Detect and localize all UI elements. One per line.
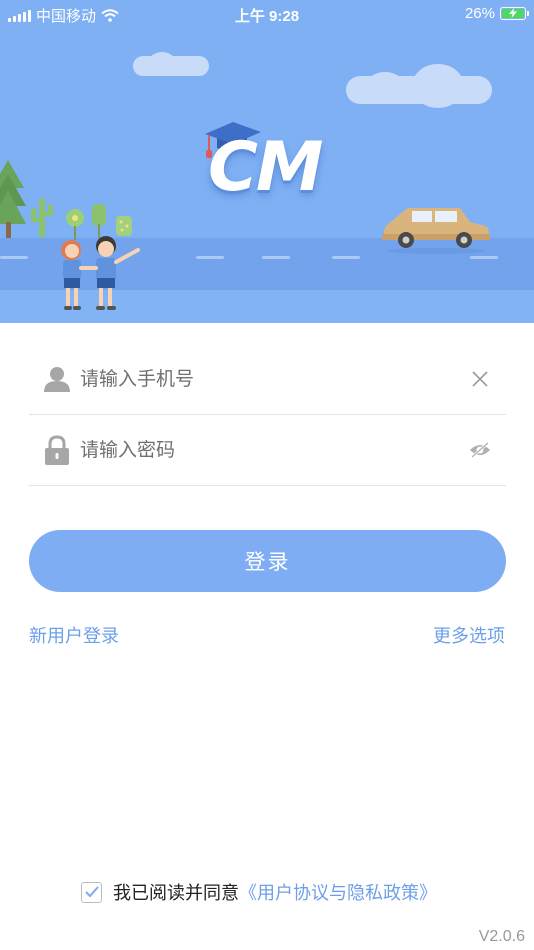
agreement-text: 我已阅读并同意 [113,883,239,904]
password-input[interactable] [80,439,440,461]
phone-field [29,344,506,415]
road-dash [196,256,224,259]
status-bar: 中国移动 上午 9:28 26% [0,0,534,30]
login-form [29,344,506,486]
user-icon [42,364,72,394]
road-dash [0,256,28,259]
clear-icon[interactable] [468,367,492,391]
checkmark-icon [84,886,99,898]
app-logo: CM [208,128,324,207]
cloud-right-puff [412,64,464,108]
children-illustration [61,236,140,310]
road-dash [332,256,360,259]
car-illustration [382,208,490,254]
cloud-left-puff [148,52,176,74]
battery-icon [500,7,529,20]
eye-hidden-icon[interactable] [468,438,492,462]
hero-banner: CM [0,0,534,323]
lock-icon [42,435,72,465]
agreement-checkbox[interactable] [81,881,102,903]
cactus-icon [31,198,53,238]
pine-tree-icon [0,160,26,238]
password-field [29,415,506,486]
road-dash [470,256,498,259]
status-time: 上午 9:28 [234,8,300,25]
agreement-row: 我已阅读并同意 《用户协议与隐私政策》 [81,879,437,905]
battery-percent: 26% [464,5,495,22]
road-dash [262,256,290,259]
more-options-link[interactable]: 更多选项 [433,622,505,648]
status-right: 26% [464,5,529,22]
cloud-right-puff-2 [365,72,405,102]
login-button[interactable]: 登录 [29,530,506,592]
new-user-login-link[interactable]: 新用户登录 [29,622,119,648]
agreement-policy-link[interactable]: 《用户协议与隐私政策》 [239,879,437,905]
version-label: V2.0.6 [478,928,525,945]
phone-input[interactable] [80,368,440,390]
